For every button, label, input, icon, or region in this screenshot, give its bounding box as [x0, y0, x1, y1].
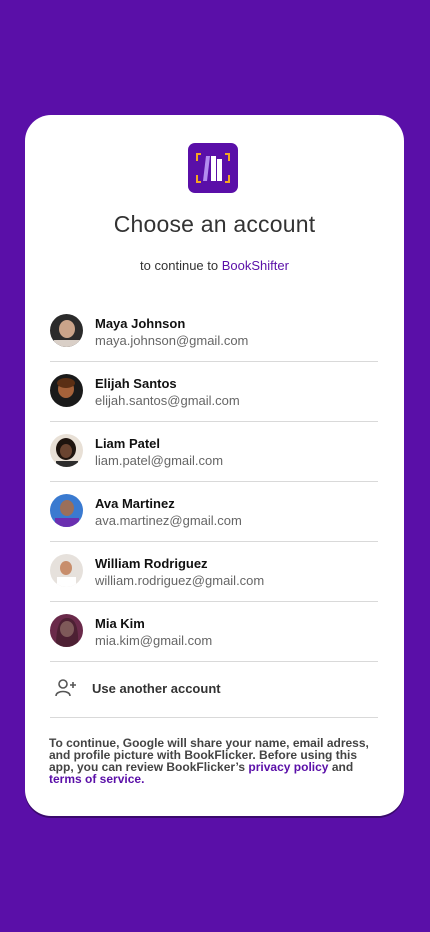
page-title: Choose an account: [113, 211, 316, 237]
avatar: [50, 314, 83, 347]
avatar: [50, 494, 83, 527]
disclaimer-end: .: [141, 772, 145, 786]
account-row[interactable]: Liam Patel liam.patel@gmail.com: [50, 422, 378, 482]
account-email: william.rodriguez@gmail.com: [95, 573, 265, 588]
account-name: Liam Patel: [95, 436, 161, 451]
disclaimer: To continue, Google will share your name…: [49, 737, 379, 785]
account-name: Mia Kim: [95, 616, 145, 631]
account-email: maya.johnson@gmail.com: [95, 333, 249, 348]
avatar: [50, 434, 83, 467]
avatar: [50, 614, 83, 647]
disclaimer-and: and: [331, 760, 354, 774]
account-list: Maya Johnson maya.johnson@gmail.com Elij…: [50, 302, 378, 718]
account-name: Maya Johnson: [95, 316, 186, 331]
account-email: mia.kim@gmail.com: [95, 633, 213, 648]
account-row[interactable]: Elijah Santos elijah.santos@gmail.com: [50, 362, 378, 422]
subtitle-prefix: to continue to: [140, 258, 219, 273]
avatar: [50, 374, 83, 407]
subtitle: to continue to BookShifter: [25, 258, 404, 273]
account-email: ava.martinez@gmail.com: [95, 513, 242, 528]
account-row[interactable]: William Rodriguez william.rodriguez@gmai…: [50, 542, 378, 602]
avatar: [50, 554, 83, 587]
account-chooser-card: Choose an account to continue to BookShi…: [25, 115, 404, 816]
account-row[interactable]: Mia Kim mia.kim@gmail.com: [50, 602, 378, 662]
account-row[interactable]: Maya Johnson maya.johnson@gmail.com: [50, 302, 378, 362]
account-email: elijah.santos@gmail.com: [95, 393, 240, 408]
account-name: Ava Martinez: [95, 496, 175, 511]
books-logo-icon: [188, 143, 238, 193]
use-another-account-label: Use another account: [92, 681, 221, 696]
add-person-icon: [55, 679, 77, 702]
account-row[interactable]: Ava Martinez ava.martinez@gmail.com: [50, 482, 378, 542]
account-email: liam.patel@gmail.com: [95, 453, 224, 468]
use-another-account-button[interactable]: Use another account: [50, 662, 378, 718]
terms-of-service-link[interactable]: terms of service: [49, 772, 141, 786]
account-name: William Rodriguez: [95, 556, 208, 571]
privacy-policy-link[interactable]: privacy policy: [248, 760, 328, 774]
account-name: Elijah Santos: [95, 376, 177, 391]
app-name: BookShifter: [221, 258, 289, 273]
